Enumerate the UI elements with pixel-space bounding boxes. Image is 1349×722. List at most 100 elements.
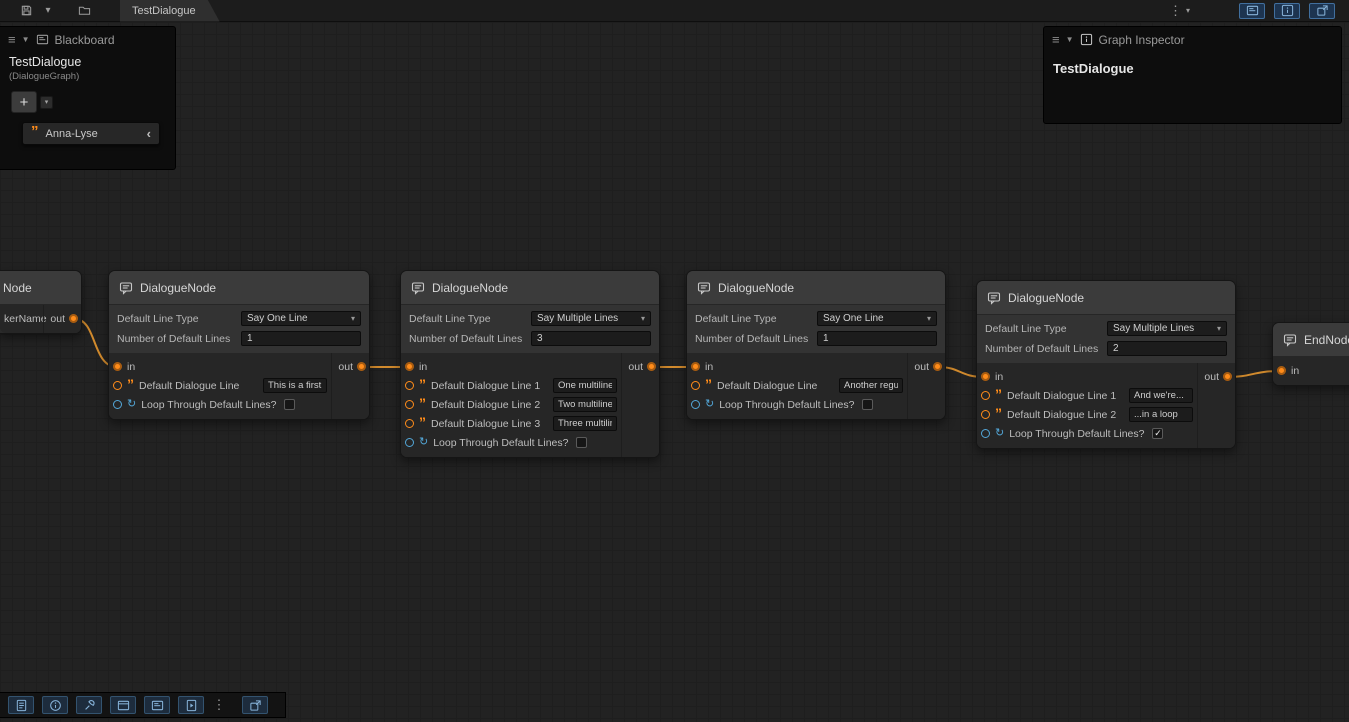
output-port[interactable] <box>933 362 942 371</box>
node-title-bar[interactable]: DialogueNode <box>401 271 659 305</box>
end-node[interactable]: EndNode in <box>1272 322 1349 386</box>
loop-label: Loop Through Default Lines? <box>141 399 276 411</box>
output-port[interactable] <box>357 362 366 371</box>
hamburger-icon[interactable]: ≡ <box>1052 32 1060 47</box>
string-property-icon: ” <box>31 129 39 138</box>
blackboard-property-anna-lyse[interactable]: ” Anna-Lyse ‹ <box>22 122 160 145</box>
dialogue-line-input[interactable] <box>1129 388 1193 403</box>
output-port[interactable] <box>69 314 78 323</box>
save-button[interactable] <box>16 2 36 20</box>
blackboard-icon <box>36 33 49 46</box>
open-external-icon <box>249 699 262 712</box>
line-type-label: Default Line Type <box>117 313 241 325</box>
output-port[interactable] <box>647 362 656 371</box>
dialogue-line-label: Default Dialogue Line 3 <box>431 418 540 430</box>
preview-panel-button[interactable] <box>178 696 204 714</box>
dialogue-line-input[interactable] <box>839 378 903 393</box>
property-name: Anna-Lyse <box>46 128 140 140</box>
add-property-button[interactable]: + <box>11 91 37 113</box>
dialogue-node-3[interactable]: DialogueNode Default Line Type Say One L… <box>686 270 946 420</box>
minimap-toggle-button[interactable] <box>1309 3 1335 19</box>
window-panel-button[interactable] <box>110 696 136 714</box>
blackboard-toggle-button[interactable] <box>1239 3 1265 19</box>
blackboard-panel-button[interactable] <box>144 696 170 714</box>
chevron-left-icon[interactable]: ‹ <box>147 126 151 141</box>
loop-port[interactable] <box>691 400 700 409</box>
save-dropdown-button[interactable]: ▾ <box>38 2 58 20</box>
inspector-toggle-button[interactable] <box>1274 3 1300 19</box>
open-asset-button[interactable] <box>74 2 94 20</box>
toolbar-options-button[interactable]: ⋮ ▾ <box>1169 2 1190 20</box>
dialogue-line-input[interactable] <box>553 378 617 393</box>
num-lines-input[interactable] <box>817 331 937 346</box>
node-title: Node <box>3 281 32 295</box>
more-options-button[interactable]: ⋮ <box>212 696 226 714</box>
line-type-dropdown[interactable]: Say One Line ▾ <box>817 311 937 326</box>
dialogue-line-port[interactable] <box>113 381 122 390</box>
collapse-arrow-icon[interactable]: ▼ <box>1066 35 1074 44</box>
dialogue-line-label: Default Dialogue Line 2 <box>1007 409 1116 421</box>
in-port-label: in <box>1291 365 1299 377</box>
dialogue-node-1[interactable]: DialogueNode Default Line Type Say One L… <box>108 270 370 420</box>
inspector-icon <box>1281 4 1294 17</box>
quote-icon: ” <box>419 419 426 428</box>
loop-port[interactable] <box>981 429 990 438</box>
dialogue-line-port[interactable] <box>981 391 990 400</box>
input-port[interactable] <box>1277 366 1286 375</box>
blackboard-header[interactable]: ≡ ▼ Blackboard <box>0 27 175 52</box>
add-property-dropdown-button[interactable]: ▾ <box>40 96 53 109</box>
tools-panel-button[interactable] <box>76 696 102 714</box>
kebab-icon: ⋮ <box>213 697 226 713</box>
loop-checkbox[interactable] <box>284 399 295 410</box>
node-title-bar[interactable]: DialogueNode <box>109 271 369 305</box>
blackboard-add-row: + ▾ <box>11 91 175 113</box>
line-type-label: Default Line Type <box>409 313 531 325</box>
node-title-bar[interactable]: DialogueNode <box>977 281 1235 315</box>
output-port[interactable] <box>1223 372 1232 381</box>
graph-inspector-header[interactable]: ≡ ▼ Graph Inspector <box>1044 27 1341 52</box>
speaker-node[interactable]: Node kerName out <box>0 270 82 334</box>
num-lines-input[interactable] <box>241 331 361 346</box>
hamburger-icon[interactable]: ≡ <box>8 32 16 47</box>
dialogue-node-icon <box>697 281 711 295</box>
open-external-icon <box>1316 4 1329 17</box>
dialogue-node-2[interactable]: DialogueNode Default Line Type Say Multi… <box>400 270 660 458</box>
line-type-dropdown[interactable]: Say One Line ▾ <box>241 311 361 326</box>
dialogue-line-port[interactable] <box>981 410 990 419</box>
node-title-bar[interactable]: DialogueNode <box>687 271 945 305</box>
line-type-dropdown[interactable]: Say Multiple Lines ▾ <box>1107 321 1227 336</box>
quote-icon: ” <box>705 381 712 390</box>
dialogue-line-port[interactable] <box>405 381 414 390</box>
num-lines-label: Number of Default Lines <box>409 333 531 345</box>
line-type-dropdown[interactable]: Say Multiple Lines ▾ <box>531 311 651 326</box>
open-external-window-button[interactable] <box>242 696 268 714</box>
loop-checkbox[interactable]: ✓ <box>1152 428 1163 439</box>
dialogue-line-input[interactable] <box>263 378 327 393</box>
input-port[interactable] <box>405 362 414 371</box>
loop-checkbox[interactable] <box>576 437 587 448</box>
input-port[interactable] <box>113 362 122 371</box>
node-title-bar[interactable]: Node <box>0 271 81 305</box>
loop-port[interactable] <box>405 438 414 447</box>
tab-testdialogue[interactable]: TestDialogue <box>120 0 220 22</box>
collapse-arrow-icon[interactable]: ▼ <box>22 35 30 44</box>
num-lines-input[interactable] <box>531 331 651 346</box>
dialogue-line-port[interactable] <box>405 419 414 428</box>
info-panel-button[interactable] <box>42 696 68 714</box>
info-icon <box>49 699 62 712</box>
input-port[interactable] <box>691 362 700 371</box>
dialogue-line-input[interactable] <box>553 416 617 431</box>
num-lines-input[interactable] <box>1107 341 1227 356</box>
dialogue-line-port[interactable] <box>691 381 700 390</box>
dialogue-line-input[interactable] <box>553 397 617 412</box>
input-port[interactable] <box>981 372 990 381</box>
dialogue-line-input[interactable] <box>1129 407 1193 422</box>
dialogue-line-port[interactable] <box>405 400 414 409</box>
console-panel-button[interactable] <box>8 696 34 714</box>
node-title-bar[interactable]: EndNode <box>1273 323 1349 357</box>
dialogue-node-4[interactable]: DialogueNode Default Line Type Say Multi… <box>976 280 1236 449</box>
node-title: DialogueNode <box>718 281 794 295</box>
loop-port[interactable] <box>113 400 122 409</box>
loop-checkbox[interactable] <box>862 399 873 410</box>
graph-inspector-panel: ≡ ▼ Graph Inspector TestDialogue <box>1043 26 1342 124</box>
